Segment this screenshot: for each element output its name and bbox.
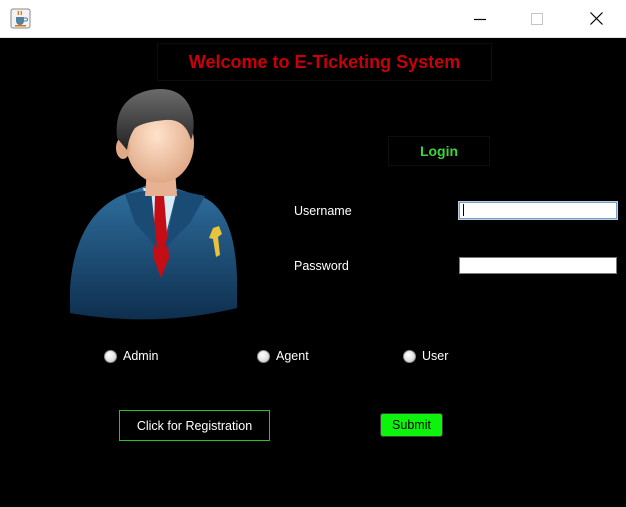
page-title: Welcome to E-Ticketing System [157,43,492,81]
password-label: Password [294,259,349,273]
minimize-button[interactable] [457,0,503,37]
title-bar [0,0,626,38]
maximize-button[interactable] [514,0,560,37]
radio-user[interactable]: User [403,349,448,363]
close-icon [589,12,603,25]
radio-button-icon [403,349,416,363]
app-window: Welcome to E-Ticketing System Login User… [0,0,626,507]
password-field[interactable] [459,257,617,274]
java-coffee-icon [10,8,31,29]
username-label: Username [294,204,352,218]
radio-admin-label: Admin [123,349,159,363]
user-avatar-image [70,89,237,320]
radio-admin[interactable]: Admin [104,349,158,363]
radio-agent[interactable]: Agent [257,349,309,363]
text-caret [463,204,464,216]
radio-user-label: User [422,349,449,363]
radio-button-icon [104,349,117,363]
maximize-icon [531,12,543,25]
minimize-icon [474,18,486,20]
close-button[interactable] [573,0,619,37]
radio-button-icon [257,349,270,363]
content-panel: Welcome to E-Ticketing System Login User… [0,38,626,507]
username-field[interactable] [459,202,617,219]
radio-agent-label: Agent [276,349,309,363]
registration-button[interactable]: Click for Registration [119,410,270,441]
submit-button[interactable]: Submit [380,413,443,437]
login-title: Login [388,136,490,166]
